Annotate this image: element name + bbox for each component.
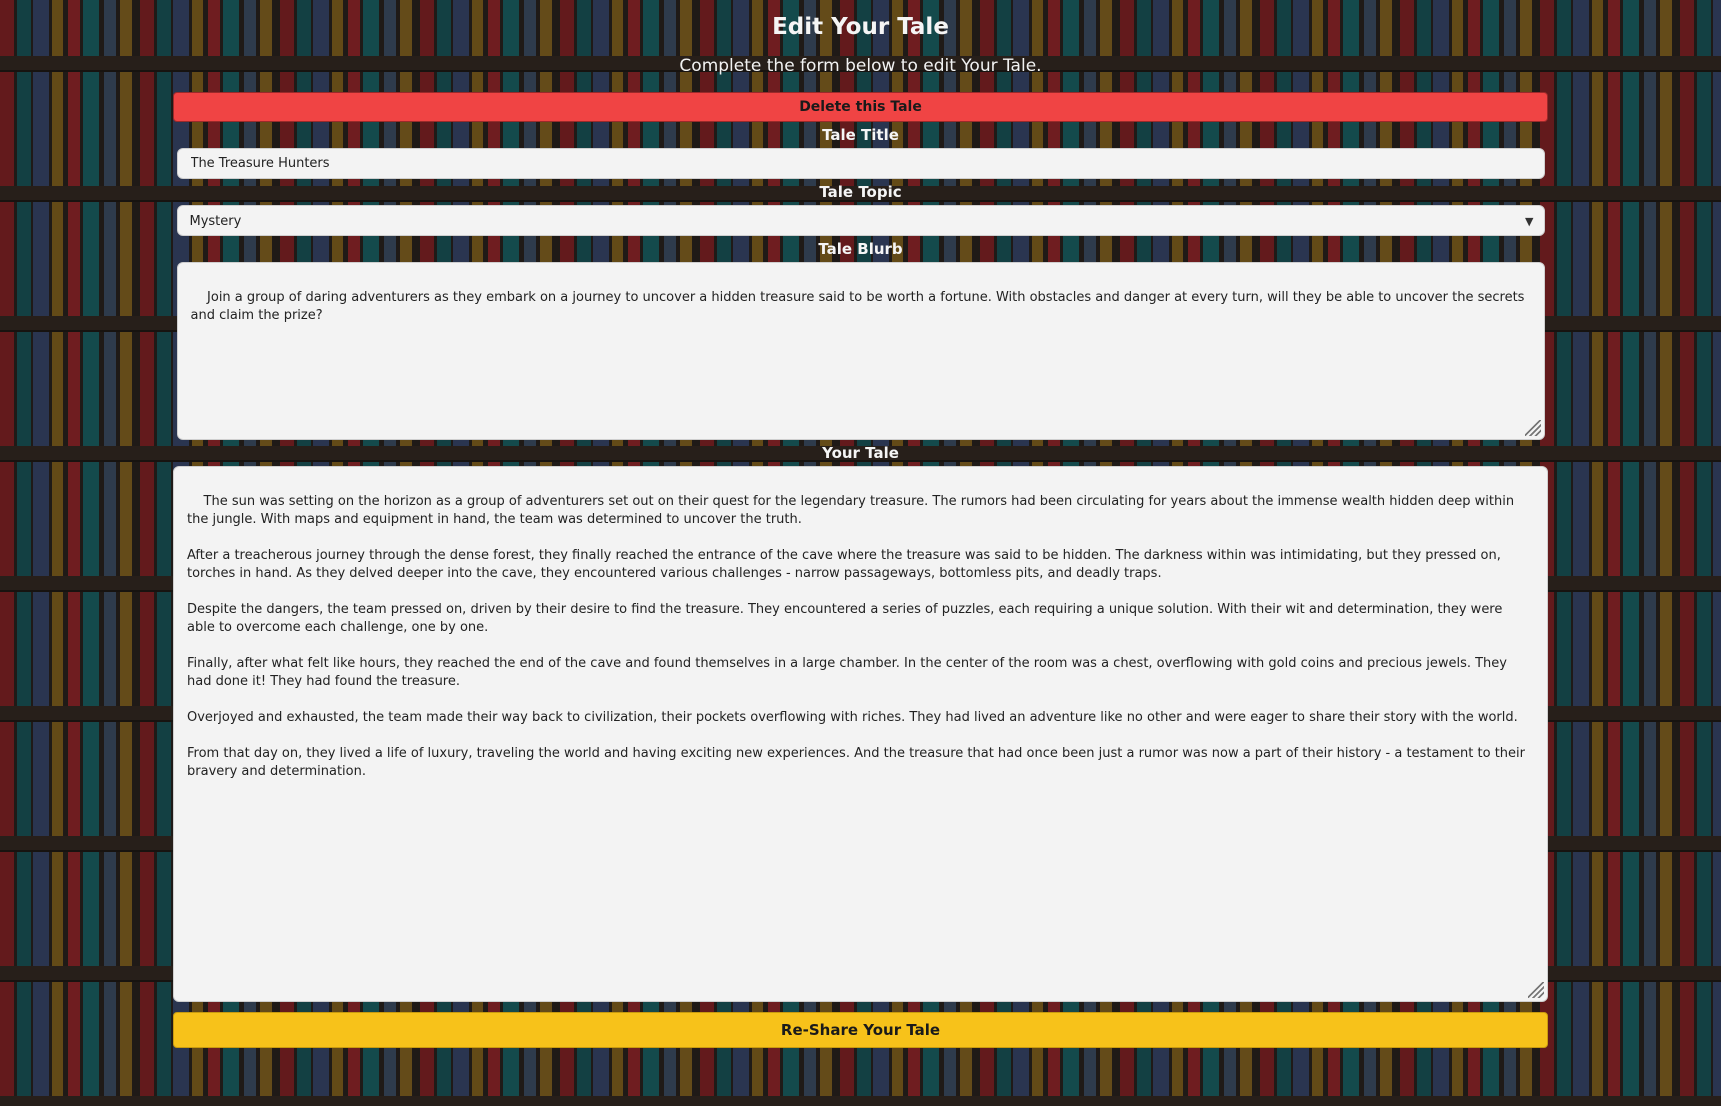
your-tale-textarea[interactable]: The sun was setting on the horizon as a … [173, 466, 1548, 1002]
page-title: Edit Your Tale [772, 14, 949, 40]
your-tale-text: The sun was setting on the horizon as a … [187, 494, 1525, 779]
chevron-down-icon: ▼ [1525, 215, 1534, 228]
tale-blurb-label: Tale Blurb [818, 240, 903, 258]
tale-topic-label: Tale Topic [819, 183, 902, 201]
resize-grip-icon[interactable] [1524, 420, 1541, 436]
your-tale-label: Your Tale [822, 444, 899, 462]
tale-topic-select[interactable]: Mystery ▼ [176, 205, 1545, 236]
resize-grip-icon[interactable] [1528, 982, 1544, 998]
reshare-tale-button[interactable]: Re-Share Your Tale [173, 1012, 1548, 1048]
tale-blurb-textarea[interactable]: Join a group of daring adventurers as th… [176, 262, 1545, 440]
page-subtitle: Complete the form below to edit Your Tal… [679, 56, 1042, 76]
tale-topic-selected-value: Mystery [189, 214, 242, 229]
tale-blurb-text: Join a group of daring adventurers as th… [190, 290, 1529, 323]
tale-title-label: Tale Title [822, 126, 899, 144]
delete-tale-button[interactable]: Delete this Tale [173, 92, 1548, 122]
tale-title-input[interactable] [176, 148, 1545, 179]
edit-tale-form: Edit Your Tale Complete the form below t… [173, 0, 1548, 1048]
